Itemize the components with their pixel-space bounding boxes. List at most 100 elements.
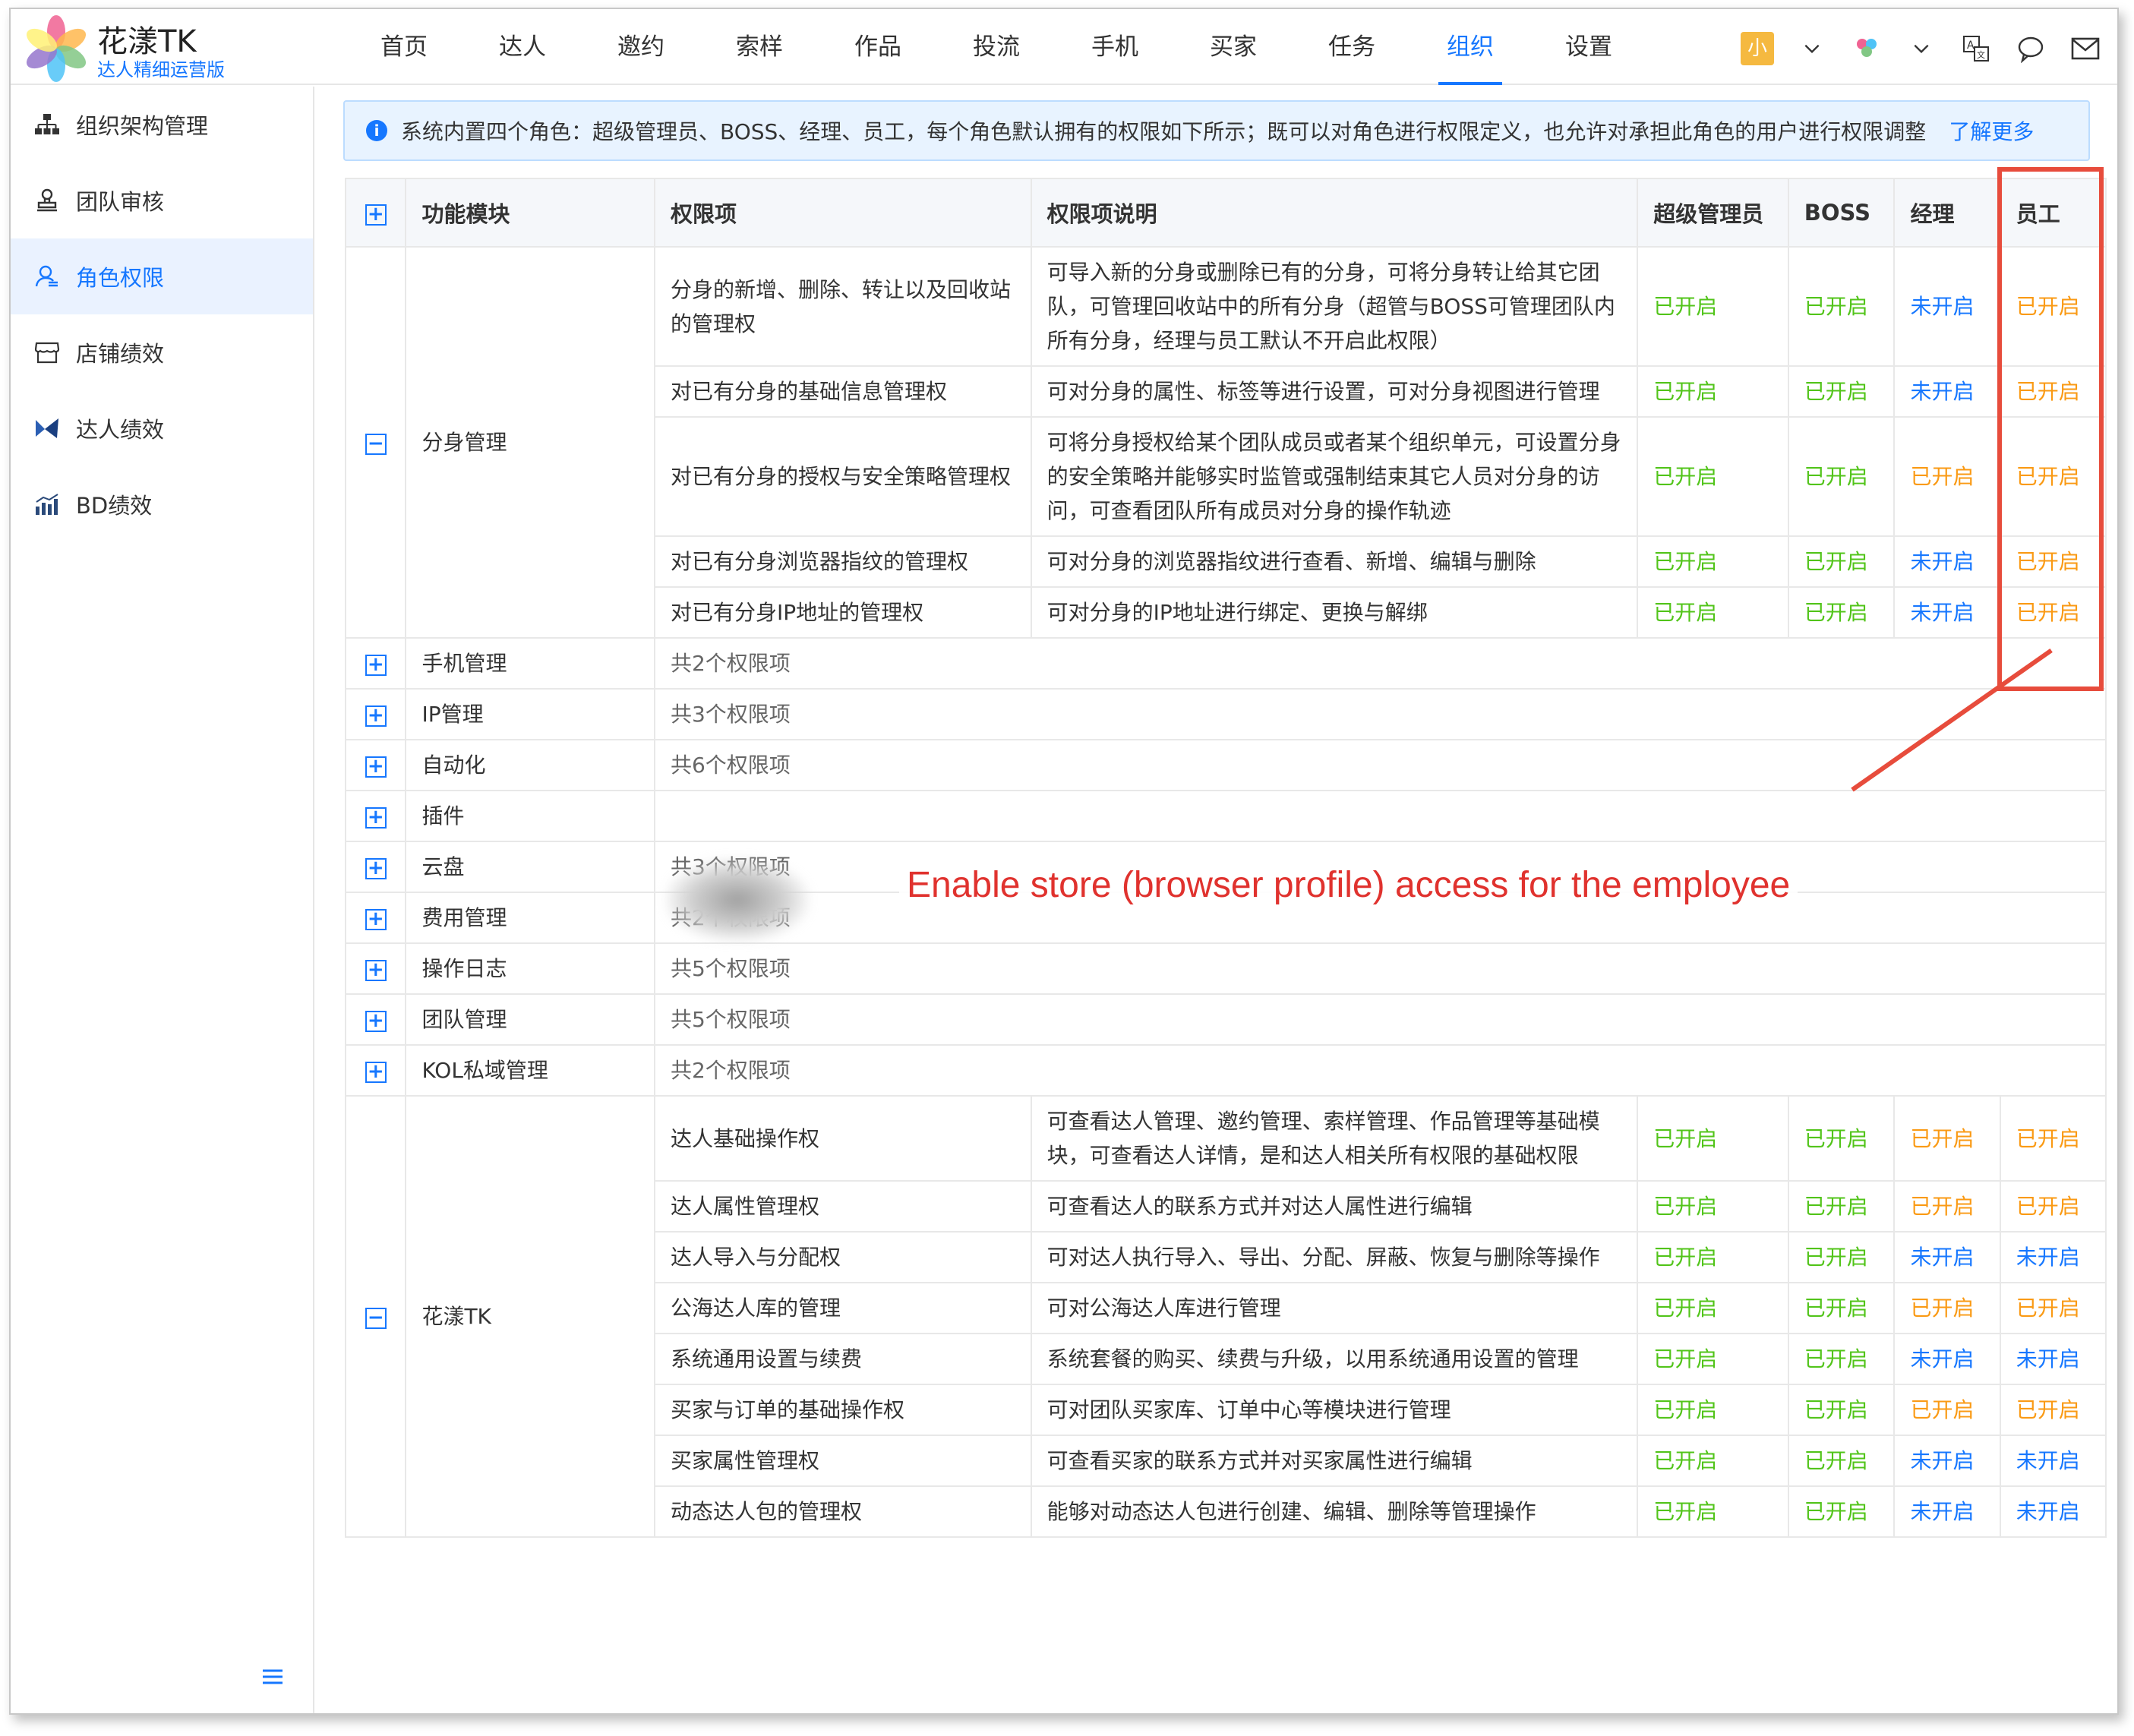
status-manager[interactable]: 未开启 <box>1893 1435 2001 1487</box>
collapse-icon[interactable]: − <box>365 1308 387 1329</box>
nav-phone[interactable]: 手机 <box>1056 9 1174 85</box>
nav-home[interactable]: 首页 <box>345 9 463 85</box>
expand-icon[interactable]: + <box>365 756 387 778</box>
team-logo-icon[interactable] <box>1850 32 1883 65</box>
status-super-admin[interactable]: 已开启 <box>1637 416 1789 537</box>
status-boss[interactable]: 已开启 <box>1787 1485 1896 1538</box>
status-employee[interactable]: 未开启 <box>1999 1231 2107 1283</box>
status-super-admin[interactable]: 已开启 <box>1637 586 1789 639</box>
expand-icon[interactable]: + <box>365 1011 387 1032</box>
chevron-down-icon[interactable] <box>1795 32 1829 65</box>
status-boss[interactable]: 已开启 <box>1787 416 1896 537</box>
expand-toggle-cell[interactable]: + <box>344 993 407 1046</box>
status-manager[interactable]: 未开启 <box>1893 1231 2001 1283</box>
status-boss[interactable]: 已开启 <box>1787 365 1896 418</box>
expand-all-icon[interactable]: + <box>365 204 387 226</box>
status-boss[interactable]: 已开启 <box>1787 1435 1896 1487</box>
expand-toggle-cell[interactable]: + <box>344 739 407 791</box>
sidebar-item-shop-performance[interactable]: 店铺绩效 <box>11 314 313 390</box>
status-super-admin[interactable]: 已开启 <box>1637 1180 1789 1233</box>
status-boss[interactable]: 已开启 <box>1787 1282 1896 1334</box>
status-super-admin[interactable]: 已开启 <box>1637 535 1789 588</box>
status-boss[interactable]: 已开启 <box>1787 246 1896 367</box>
status-employee[interactable]: 未开启 <box>1999 1485 2107 1538</box>
expand-toggle-cell[interactable]: − <box>344 1095 407 1538</box>
expand-toggle-cell[interactable]: + <box>344 892 407 944</box>
status-super-admin[interactable]: 已开启 <box>1637 1333 1789 1385</box>
expand-icon[interactable]: + <box>365 909 387 930</box>
status-manager[interactable]: 未开启 <box>1893 586 2001 639</box>
status-boss[interactable]: 已开启 <box>1787 1095 1896 1182</box>
status-super-admin[interactable]: 已开启 <box>1637 1282 1789 1334</box>
status-super-admin[interactable]: 已开启 <box>1637 1095 1789 1182</box>
nav-buyer[interactable]: 买家 <box>1174 9 1293 85</box>
nav-org[interactable]: 组织 <box>1411 9 1529 85</box>
status-manager[interactable]: 已开启 <box>1893 1384 2001 1436</box>
status-employee[interactable]: 已开启 <box>1999 1384 2107 1436</box>
nav-kol[interactable]: 达人 <box>463 9 582 85</box>
sidebar-item-org-structure[interactable]: 组织架构管理 <box>11 87 313 163</box>
status-boss[interactable]: 已开启 <box>1787 1333 1896 1385</box>
status-boss[interactable]: 已开启 <box>1787 586 1896 639</box>
sidebar-item-bd-performance[interactable]: BD绩效 <box>11 466 313 542</box>
chevron-down-icon[interactable] <box>1905 32 1938 65</box>
status-manager[interactable]: 未开启 <box>1893 1333 2001 1385</box>
status-boss[interactable]: 已开启 <box>1787 1180 1896 1233</box>
nav-works[interactable]: 作品 <box>819 9 937 85</box>
permission-desc: 可对达人执行导入、导出、分配、屏蔽、恢复与删除等操作 <box>1030 1231 1639 1283</box>
status-manager[interactable]: 已开启 <box>1893 1282 2001 1334</box>
expand-toggle-cell[interactable]: + <box>344 942 407 995</box>
sidebar-item-role-permissions[interactable]: 角色权限 <box>11 238 313 314</box>
status-manager[interactable]: 已开启 <box>1893 416 2001 537</box>
expand-all-cell[interactable]: + <box>344 178 407 248</box>
collapse-icon[interactable]: − <box>365 434 387 455</box>
status-super-admin[interactable]: 已开启 <box>1637 1384 1789 1436</box>
expand-toggle-cell[interactable]: + <box>344 1044 407 1097</box>
nav-task[interactable]: 任务 <box>1293 9 1411 85</box>
status-employee[interactable]: 未开启 <box>1999 1435 2107 1487</box>
status-employee[interactable]: 已开启 <box>1999 1095 2107 1182</box>
kol-icon <box>32 413 62 443</box>
expand-icon[interactable]: + <box>365 858 387 879</box>
status-employee[interactable]: 已开启 <box>1999 1282 2107 1334</box>
learn-more-link[interactable]: 了解更多 <box>1949 115 2034 146</box>
nav-sample[interactable]: 索样 <box>700 9 819 85</box>
expand-toggle-cell[interactable]: + <box>344 688 407 740</box>
status-super-admin[interactable]: 已开启 <box>1637 246 1789 367</box>
menu-collapse-icon[interactable] <box>261 1668 289 1689</box>
status-manager[interactable]: 未开启 <box>1893 246 2001 367</box>
status-manager[interactable]: 未开启 <box>1893 365 2001 418</box>
nav-invite[interactable]: 邀约 <box>582 9 700 85</box>
status-super-admin[interactable]: 已开启 <box>1637 365 1789 418</box>
sidebar-item-team-review[interactable]: 团队审核 <box>11 163 313 238</box>
mail-icon[interactable] <box>2069 32 2102 65</box>
status-employee[interactable]: 未开启 <box>1999 1333 2107 1385</box>
blurred-region <box>665 858 810 942</box>
expand-icon[interactable]: + <box>365 655 387 676</box>
status-manager[interactable]: 已开启 <box>1893 1095 2001 1182</box>
status-super-admin[interactable]: 已开启 <box>1637 1231 1789 1283</box>
expand-icon[interactable]: + <box>365 705 387 727</box>
status-employee[interactable]: 已开启 <box>1999 1180 2107 1233</box>
user-avatar[interactable]: 小 <box>1741 32 1774 65</box>
expand-icon[interactable]: + <box>365 807 387 829</box>
expand-toggle-cell[interactable]: − <box>344 246 407 639</box>
status-boss[interactable]: 已开启 <box>1787 1231 1896 1283</box>
status-super-admin[interactable]: 已开启 <box>1637 1485 1789 1538</box>
nav-settings[interactable]: 设置 <box>1529 9 1648 85</box>
expand-toggle-cell[interactable]: + <box>344 637 407 690</box>
status-super-admin[interactable]: 已开启 <box>1637 1435 1789 1487</box>
status-manager[interactable]: 已开启 <box>1893 1180 2001 1233</box>
sidebar-item-kol-performance[interactable]: 达人绩效 <box>11 390 313 466</box>
nav-ads[interactable]: 投流 <box>937 9 1056 85</box>
translate-icon[interactable]: A文 <box>1959 32 1993 65</box>
status-boss[interactable]: 已开启 <box>1787 535 1896 588</box>
status-boss[interactable]: 已开启 <box>1787 1384 1896 1436</box>
expand-toggle-cell[interactable]: + <box>344 841 407 893</box>
expand-icon[interactable]: + <box>365 960 387 981</box>
status-manager[interactable]: 未开启 <box>1893 1485 2001 1538</box>
chat-icon[interactable] <box>2014 32 2047 65</box>
expand-toggle-cell[interactable]: + <box>344 790 407 842</box>
expand-icon[interactable]: + <box>365 1062 387 1083</box>
status-manager[interactable]: 未开启 <box>1893 535 2001 588</box>
